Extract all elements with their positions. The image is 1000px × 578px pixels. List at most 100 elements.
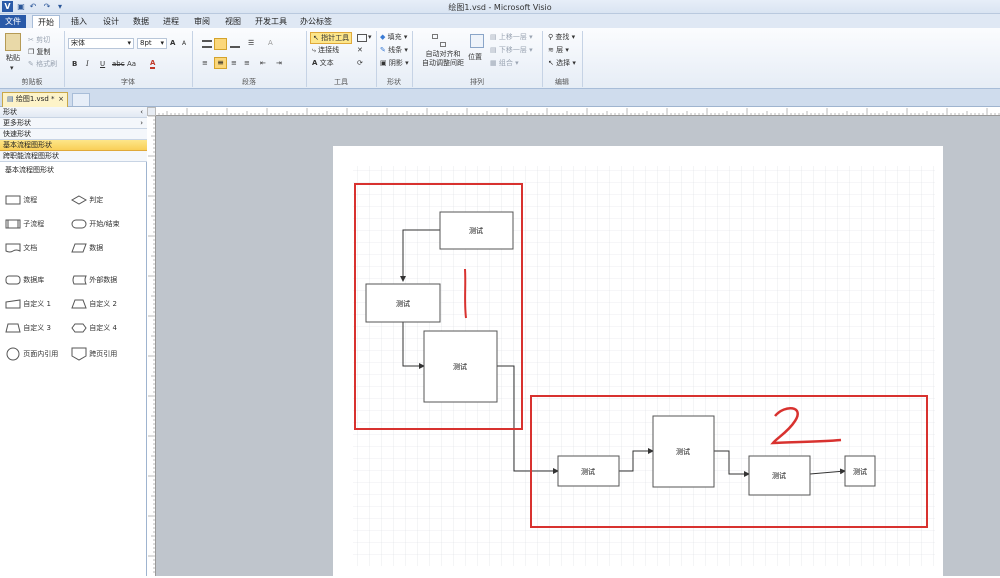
bring-forward-button[interactable]: ▤ 上移一层 ▾ — [490, 32, 533, 42]
align-top-icon[interactable] — [202, 40, 212, 48]
paste-dropdown-icon[interactable]: ▾ — [10, 63, 14, 73]
document-icon: ▤ — [7, 95, 14, 103]
text-direction-icon[interactable]: A — [268, 38, 273, 48]
process-shape[interactable]: 测试 — [423, 330, 498, 403]
align-right-icon[interactable]: ≡ — [231, 58, 237, 68]
process-shape[interactable]: 测试 — [557, 455, 620, 487]
italic-button[interactable]: I — [86, 59, 89, 69]
shape-item-data[interactable]: 数据 — [71, 243, 103, 253]
stencil-cross-functional[interactable]: 跨职能流程图形状 — [0, 151, 147, 162]
external-data-shape-icon — [72, 275, 87, 285]
drawing-page[interactable]: 测试 测试 测试 测试 测试 测试 测试 — [333, 146, 943, 576]
cut-button[interactable]: ✂ 剪切 — [28, 35, 50, 45]
chevron-down-icon[interactable]: ▾ — [368, 32, 372, 42]
handwritten-mark-1 — [464, 268, 467, 319]
grow-font-button[interactable]: A — [170, 38, 175, 48]
close-x-icon[interactable]: ✕ — [357, 45, 363, 55]
copy-button[interactable]: ❐ 复制 — [28, 47, 51, 57]
align-middle-icon[interactable] — [214, 38, 227, 50]
process-shape-icon — [5, 195, 21, 205]
process-shape[interactable]: 测试 — [844, 455, 876, 487]
tab-data[interactable]: 数据 — [128, 15, 154, 28]
process-shape[interactable]: 测试 — [439, 211, 514, 250]
font-color-button[interactable]: A — [150, 59, 156, 69]
tab-home[interactable]: 开始 — [32, 15, 60, 28]
decrease-indent-icon[interactable]: ⇤ — [260, 58, 266, 68]
text-tool-button[interactable]: A 文本 — [312, 58, 334, 68]
process-shape[interactable]: 测试 — [652, 415, 715, 488]
on-page-ref-shape-icon — [6, 347, 20, 361]
ribbon-tab-bar: 文件 开始 插入 设计 数据 进程 审阅 视图 开发工具 办公标签 — [0, 14, 1000, 28]
tab-file[interactable]: 文件 — [0, 15, 26, 28]
horizontal-ruler[interactable] — [147, 107, 1000, 116]
shape-item-process[interactable]: 流程 — [5, 195, 37, 205]
shape-item-start-end[interactable]: 开始/结束 — [71, 219, 120, 229]
layers-button[interactable]: ≋ 层 ▾ — [548, 45, 569, 55]
auto-align-icon[interactable] — [430, 32, 448, 50]
document-tab[interactable]: ▤ 绘图1.vsd * × — [2, 92, 68, 107]
rotate-icon[interactable]: ⟳ — [357, 58, 363, 68]
tab-insert[interactable]: 插入 — [66, 15, 92, 28]
font-name-select[interactable]: 宋体 ▾ — [68, 38, 134, 49]
tab-office-tab[interactable]: 办公标签 — [295, 15, 337, 28]
bold-button[interactable]: B — [72, 59, 77, 69]
shadow-button[interactable]: ▣ 阴影 ▾ — [380, 58, 409, 68]
select-button[interactable]: ↖ 选择 ▾ — [548, 58, 576, 68]
stencil-basic-flowchart[interactable]: 基本流程图形状 — [0, 140, 147, 151]
tab-view[interactable]: 视图 — [220, 15, 246, 28]
group-button[interactable]: ▦ 组合 ▾ — [490, 58, 519, 68]
fill-button[interactable]: ◆ 填充 ▾ — [380, 32, 407, 42]
shape-label: 测试 — [676, 447, 690, 456]
align-left-icon[interactable]: ≡ — [202, 58, 208, 68]
connector-button[interactable]: ⤷ 连接线 — [312, 45, 339, 55]
find-button[interactable]: ⚲ 查找 ▾ — [548, 32, 575, 42]
shrink-font-button[interactable]: A — [182, 39, 186, 49]
shape-item-on-page-ref[interactable]: 页面内引用 — [5, 347, 58, 361]
align-center-icon[interactable]: ≡ — [214, 57, 227, 69]
position-button[interactable]: 位置 — [468, 52, 482, 62]
send-backward-button[interactable]: ▤ 下移一层 ▾ — [490, 45, 533, 55]
paste-button[interactable]: 粘贴 — [6, 53, 20, 63]
shape-item-external-data[interactable]: 外部数据 — [71, 275, 117, 285]
shape-item-off-page-ref[interactable]: 跨页引用 — [71, 347, 117, 361]
underline-button[interactable]: U — [100, 59, 105, 69]
tab-design[interactable]: 设计 — [98, 15, 124, 28]
pointer-tool-button[interactable]: ↖ 指针工具 — [310, 32, 353, 44]
close-icon[interactable]: × — [58, 93, 64, 106]
drawing-canvas[interactable]: 测试 测试 测试 测试 测试 测试 测试 — [156, 116, 1000, 576]
position-icon[interactable] — [470, 34, 484, 48]
collapse-pane-icon[interactable]: ‹ — [140, 107, 143, 118]
process-shape[interactable]: 测试 — [365, 283, 441, 323]
change-case-button[interactable]: Aa — [127, 59, 136, 69]
tab-review[interactable]: 审阅 — [189, 15, 215, 28]
align-bottom-icon[interactable] — [230, 40, 240, 48]
bullets-icon[interactable]: ☰ — [248, 38, 254, 48]
quick-shapes-item[interactable]: 快速形状 — [0, 129, 147, 140]
tab-developer[interactable]: 开发工具 — [250, 15, 292, 28]
document-tab-label: 绘图1.vsd * — [15, 95, 55, 103]
shape-item-custom1[interactable]: 自定义 1 — [5, 299, 51, 309]
auto-align-button[interactable]: 自动对齐和 自动调整间距 — [418, 50, 468, 68]
shape-item-database[interactable]: 数据库 — [5, 275, 44, 285]
shape-item-subprocess[interactable]: 子流程 — [5, 219, 44, 229]
tab-process[interactable]: 进程 — [158, 15, 184, 28]
process-shape[interactable]: 测试 — [748, 455, 811, 496]
shape-item-custom3[interactable]: 自定义 3 — [5, 323, 51, 333]
shapes-pane-header: 形状 ‹ — [0, 107, 147, 118]
font-size-select[interactable]: 8pt ▾ — [137, 38, 167, 49]
justify-icon[interactable]: ≡ — [244, 58, 250, 68]
shape-item-document[interactable]: 文档 — [5, 243, 37, 253]
shape-item-custom2[interactable]: 自定义 2 — [71, 299, 117, 309]
format-painter-button[interactable]: ✎ 格式刷 — [28, 59, 57, 69]
shape-item-decision[interactable]: 判定 — [70, 195, 103, 205]
vertical-ruler[interactable] — [147, 116, 156, 576]
send-backward-icon: ▤ — [490, 46, 497, 54]
increase-indent-icon[interactable]: ⇥ — [276, 58, 282, 68]
new-tab-button[interactable] — [72, 93, 90, 106]
paste-icon[interactable] — [5, 33, 21, 51]
rectangle-tool-icon[interactable] — [357, 34, 367, 42]
strikethrough-button[interactable]: abc — [112, 59, 125, 69]
line-button[interactable]: ✎ 线条 ▾ — [380, 45, 408, 55]
shape-item-custom4[interactable]: 自定义 4 — [71, 323, 117, 333]
more-shapes-menu[interactable]: 更多形状 › — [0, 118, 147, 129]
